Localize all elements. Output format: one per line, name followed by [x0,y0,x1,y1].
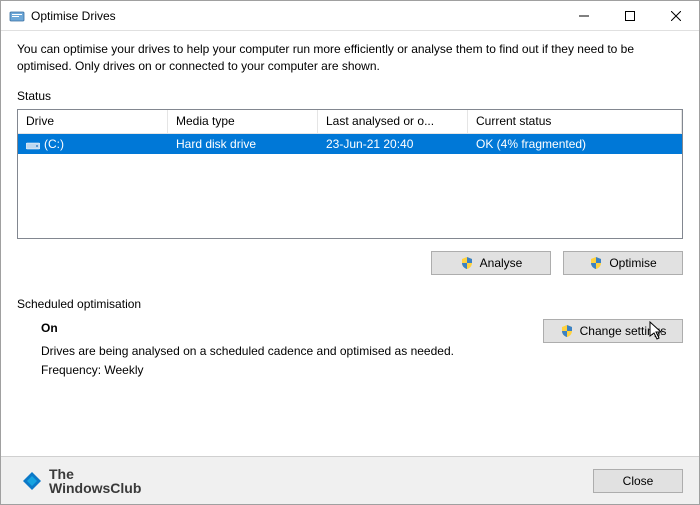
col-drive[interactable]: Drive [18,110,168,133]
col-media[interactable]: Media type [168,110,318,133]
close-window-button[interactable] [653,1,699,31]
change-settings-button[interactable]: Change settings [543,319,683,343]
window-title: Optimise Drives [31,9,116,23]
scheduled-label: Scheduled optimisation [17,297,683,311]
drive-icon [26,138,40,150]
analyse-label: Analyse [480,256,523,270]
optimise-label: Optimise [609,256,656,270]
minimize-button[interactable] [561,1,607,31]
change-settings-label: Change settings [580,324,667,338]
table-header: Drive Media type Last analysed or o... C… [18,110,682,134]
shield-icon [460,256,474,270]
shield-icon [589,256,603,270]
content-area: You can optimise your drives to help you… [1,31,699,380]
action-buttons: Analyse Optimise [17,251,683,275]
scheduled-frequency: Frequency: Weekly [41,361,454,380]
table-row[interactable]: (C:) Hard disk drive 23-Jun-21 20:40 OK … [18,134,682,154]
scheduled-section: On Drives are being analysed on a schedu… [17,319,683,381]
analyse-button[interactable]: Analyse [431,251,551,275]
optimise-button[interactable]: Optimise [563,251,683,275]
maximize-button[interactable] [607,1,653,31]
shield-icon [560,324,574,338]
cell-last: 23-Jun-21 20:40 [318,135,468,153]
drives-table: Drive Media type Last analysed or o... C… [17,109,683,239]
app-icon [9,8,25,24]
cell-media: Hard disk drive [168,135,318,153]
scheduled-text: On Drives are being analysed on a schedu… [17,319,454,381]
scheduled-desc: Drives are being analysed on a scheduled… [41,342,454,361]
description-text: You can optimise your drives to help you… [17,41,683,75]
watermark-text: The WindowsClub [49,467,141,496]
col-status[interactable]: Current status [468,110,682,133]
watermark-icon [21,470,43,492]
drive-name: (C:) [44,137,64,151]
status-label: Status [17,89,683,103]
cell-status: OK (4% fragmented) [468,135,682,153]
watermark: The WindowsClub [21,467,141,496]
cell-drive: (C:) [18,135,168,153]
col-last[interactable]: Last analysed or o... [318,110,468,133]
titlebar: Optimise Drives [1,1,699,31]
close-button[interactable]: Close [593,469,683,493]
scheduled-state: On [41,319,454,338]
